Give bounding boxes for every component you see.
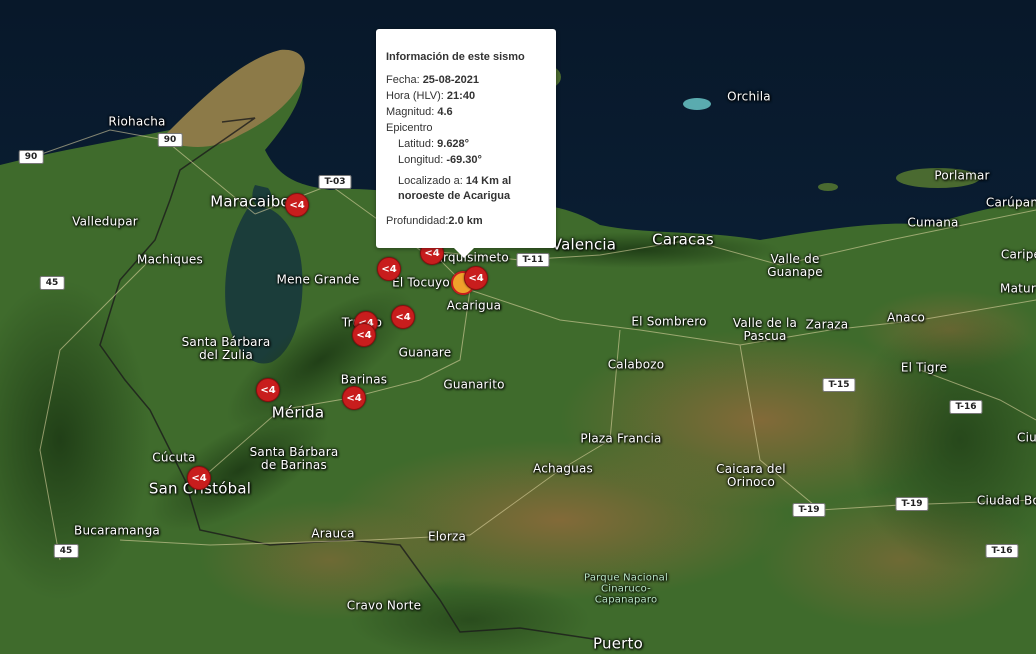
- label-parque-nacional: Parque Nacional Cinaruco- Capanaparo: [584, 572, 668, 606]
- road-shield-t03: T-03: [318, 175, 352, 189]
- label-ciu: Ciu: [1017, 430, 1036, 445]
- label-valle-de-la-pascua: Valle de la Pascua: [732, 316, 798, 343]
- label-guanarito: Guanarito: [443, 377, 505, 392]
- label-maturin: Matur: [1000, 281, 1036, 296]
- label-cravo-norte: Cravo Norte: [346, 598, 422, 613]
- label-el-tigre: El Tigre: [900, 360, 948, 375]
- label-mene-grande: Mene Grande: [276, 272, 360, 287]
- road-shield-45: 45: [39, 276, 65, 290]
- label-guanare: Guanare: [398, 345, 452, 360]
- popup-depth: Profundidad:2.0 km: [386, 215, 483, 227]
- road-shield-45: 45: [53, 544, 79, 558]
- label-puerto: Puerto: [593, 634, 643, 653]
- label-anaco: Anaco: [886, 310, 926, 325]
- label-bucaramanga: Bucaramanga: [74, 523, 160, 538]
- road-shield-t19: T-19: [792, 503, 826, 517]
- popup-longitude: Longitud: -69.30°: [398, 154, 482, 166]
- label-cucuta: Cúcuta: [152, 450, 196, 465]
- road-shield-90: 90: [157, 133, 183, 147]
- label-valledupar: Valledupar: [72, 214, 138, 229]
- label-maracaibo: Maracaibo: [210, 192, 290, 211]
- label-el-sombrero: El Sombrero: [631, 314, 707, 329]
- popup-magnitude: Magnitud: 4.6: [386, 106, 453, 118]
- label-carupano: Carúpan: [985, 195, 1036, 210]
- label-calabozo: Calabozo: [607, 357, 665, 372]
- road-shield-90: 90: [18, 150, 44, 164]
- label-acarigua: Acarigua: [446, 298, 502, 313]
- label-caracas: Caracas: [652, 230, 714, 249]
- earthquake-marker[interactable]: <4: [352, 323, 376, 347]
- earthquake-marker[interactable]: <4: [285, 193, 309, 217]
- road-shield-t11: T-11: [516, 253, 550, 267]
- earthquake-marker[interactable]: <4: [256, 378, 280, 402]
- label-merida: Mérida: [271, 403, 325, 422]
- earthquake-marker[interactable]: <4: [464, 266, 488, 290]
- label-caicara-del-orinoco: Caicara del Orinoco: [716, 462, 786, 489]
- popup-date: Fecha: 25-08-2021: [386, 74, 479, 86]
- label-ciudad-bolivar: Ciudad Bolí: [976, 493, 1036, 508]
- popup-time: Hora (HLV): 21:40: [386, 90, 476, 102]
- label-machiques: Machiques: [137, 252, 203, 267]
- road-shield-t19: T-19: [895, 497, 929, 511]
- label-santa-barbara-del-zulia: Santa Bárbara del Zulia: [181, 335, 271, 362]
- earthquake-marker[interactable]: <4: [342, 386, 366, 410]
- label-santa-barbara-de-barinas: Santa Bárbara de Barinas: [249, 445, 339, 472]
- road-shield-t15: T-15: [822, 378, 856, 392]
- label-barinas: Barinas: [340, 372, 388, 387]
- label-porlamar: Porlamar: [934, 168, 990, 183]
- road-shield-t16: T-16: [985, 544, 1019, 558]
- label-plaza-francia: Plaza Francia: [580, 431, 662, 446]
- label-achaguas: Achaguas: [533, 461, 593, 476]
- label-valencia: Valencia: [551, 235, 617, 254]
- map-canvas[interactable]: Riohacha Maracaibo Valledupar Machiques …: [0, 0, 1036, 654]
- earthquake-marker[interactable]: <4: [377, 257, 401, 281]
- label-riohacha: Riohacha: [108, 114, 166, 129]
- label-el-tocuyo: El Tocuyo: [392, 275, 450, 290]
- label-arauca: Arauca: [311, 526, 355, 541]
- popup-title: Información de este sismo: [386, 51, 525, 63]
- earthquake-info-popup: Información de este sismo Fecha: 25-08-2…: [376, 29, 556, 258]
- popup-latitude: Latitud: 9.628°: [398, 138, 470, 150]
- label-elorza: Elorza: [427, 529, 467, 544]
- label-cumana: Cumana: [907, 215, 959, 230]
- earthquake-marker[interactable]: <4: [187, 466, 211, 490]
- label-valle-de-guanape: Valle de Guanape: [767, 252, 823, 279]
- label-zaraza: Zaraza: [805, 317, 849, 332]
- popup-epicenter-heading: Epicentro: [386, 122, 433, 134]
- popup-location: Localizado a: 14 Km al noroeste de Acarig…: [398, 175, 512, 202]
- earthquake-marker[interactable]: <4: [391, 305, 415, 329]
- label-caripe: Caripe: [1000, 247, 1036, 262]
- label-orchila: Orchila: [727, 89, 771, 104]
- road-shield-t16: T-16: [949, 400, 983, 414]
